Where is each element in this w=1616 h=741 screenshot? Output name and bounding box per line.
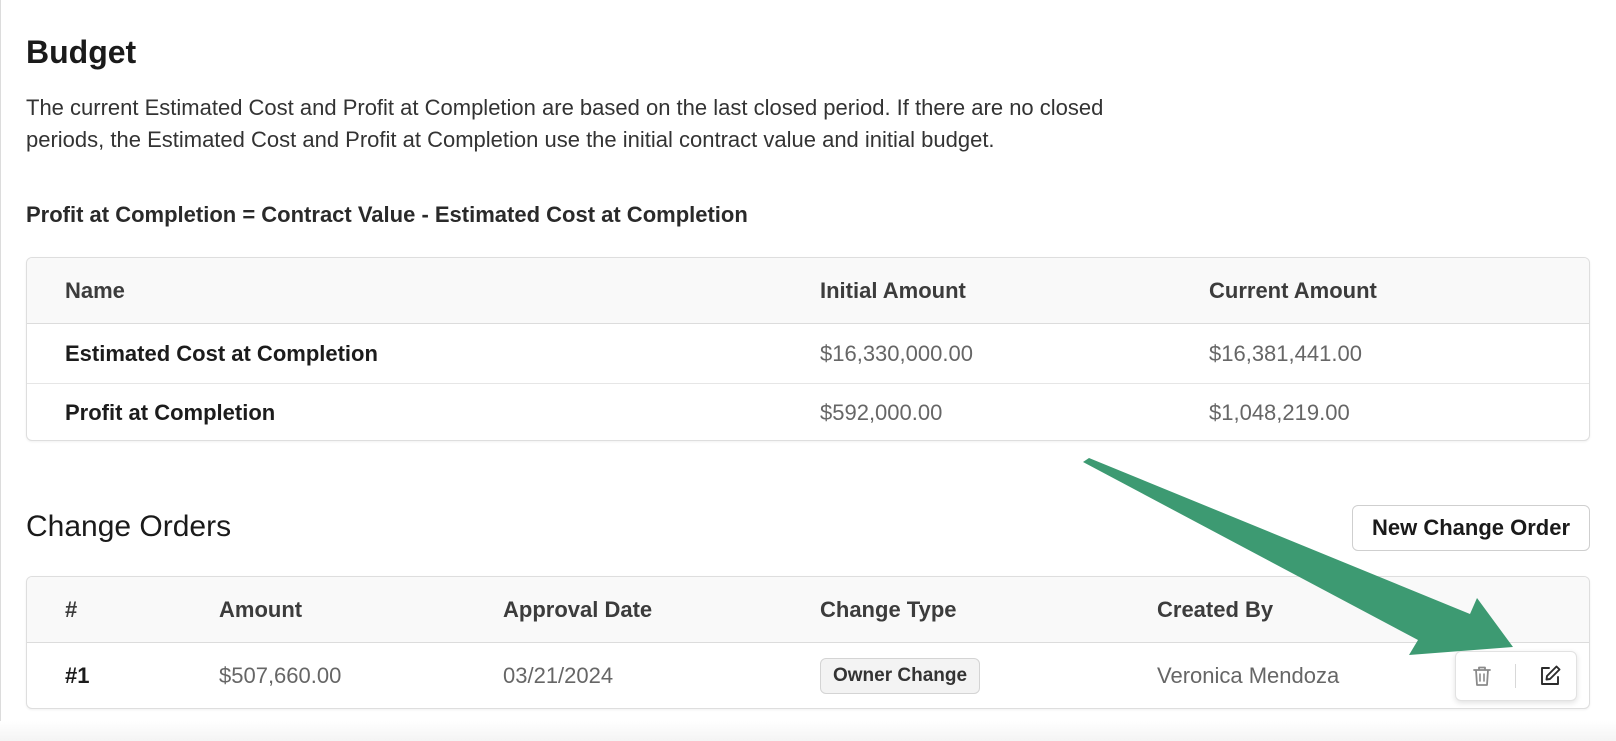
edit-icon (1540, 665, 1561, 685)
header-current-amount: Current Amount (1209, 277, 1377, 303)
budget-title: Budget (26, 34, 137, 70)
header-change-type: Change Type (820, 596, 957, 622)
header-amount: Amount (219, 596, 303, 622)
left-divider (0, 0, 1, 741)
header-approval-date: Approval Date (503, 596, 653, 622)
delete-button[interactable] (1463, 657, 1501, 695)
row-name: Profit at Completion (65, 400, 276, 425)
change-orders-table: # Amount Approval Date Change Type Creat… (26, 576, 1590, 709)
header-name: Name (65, 277, 125, 303)
change-orders-title: Change Orders (26, 510, 232, 543)
row-current-amount: $16,381,441.00 (1209, 340, 1362, 366)
change-order-created-by: Veronica Mendoza (1157, 663, 1340, 688)
table-row: Estimated Cost at Completion $16,330,000… (27, 324, 1589, 383)
bottom-shade (0, 721, 1616, 741)
change-orders-table-header: # Amount Approval Date Change Type Creat… (27, 577, 1589, 643)
row-actions (1455, 651, 1577, 701)
trash-icon (1473, 666, 1492, 686)
header-number: # (65, 596, 78, 622)
table-row[interactable]: #1 $507,660.00 03/21/2024 Owner Change V… (27, 643, 1589, 708)
change-order-amount: $507,660.00 (219, 663, 342, 688)
table-row: Profit at Completion $592,000.00 $1,048,… (27, 383, 1589, 440)
change-type-badge: Owner Change (820, 658, 981, 694)
row-initial-amount: $592,000.00 (820, 400, 943, 425)
page: Budget The current Estimated Cost and Pr… (0, 0, 1616, 741)
row-current-amount: $1,048,219.00 (1209, 400, 1350, 425)
change-order-number: #1 (65, 663, 90, 688)
row-initial-amount: $16,330,000.00 (820, 340, 973, 366)
change-order-approval-date: 03/21/2024 (503, 663, 614, 688)
budget-table: Name Initial Amount Current Amount Estim… (26, 257, 1590, 441)
profit-formula: Profit at Completion = Contract Value - … (26, 202, 748, 227)
budget-table-header: Name Initial Amount Current Amount (27, 258, 1589, 324)
header-created-by: Created By (1157, 596, 1274, 622)
change-type-cell: Owner Change (820, 658, 981, 694)
new-change-order-button[interactable]: New Change Order (1352, 505, 1590, 551)
row-name: Estimated Cost at Completion (65, 340, 378, 366)
budget-description: The current Estimated Cost and Profit at… (26, 95, 1104, 152)
header-initial-amount: Initial Amount (820, 277, 966, 303)
edit-button[interactable] (1531, 657, 1569, 695)
actions-divider (1515, 664, 1517, 688)
